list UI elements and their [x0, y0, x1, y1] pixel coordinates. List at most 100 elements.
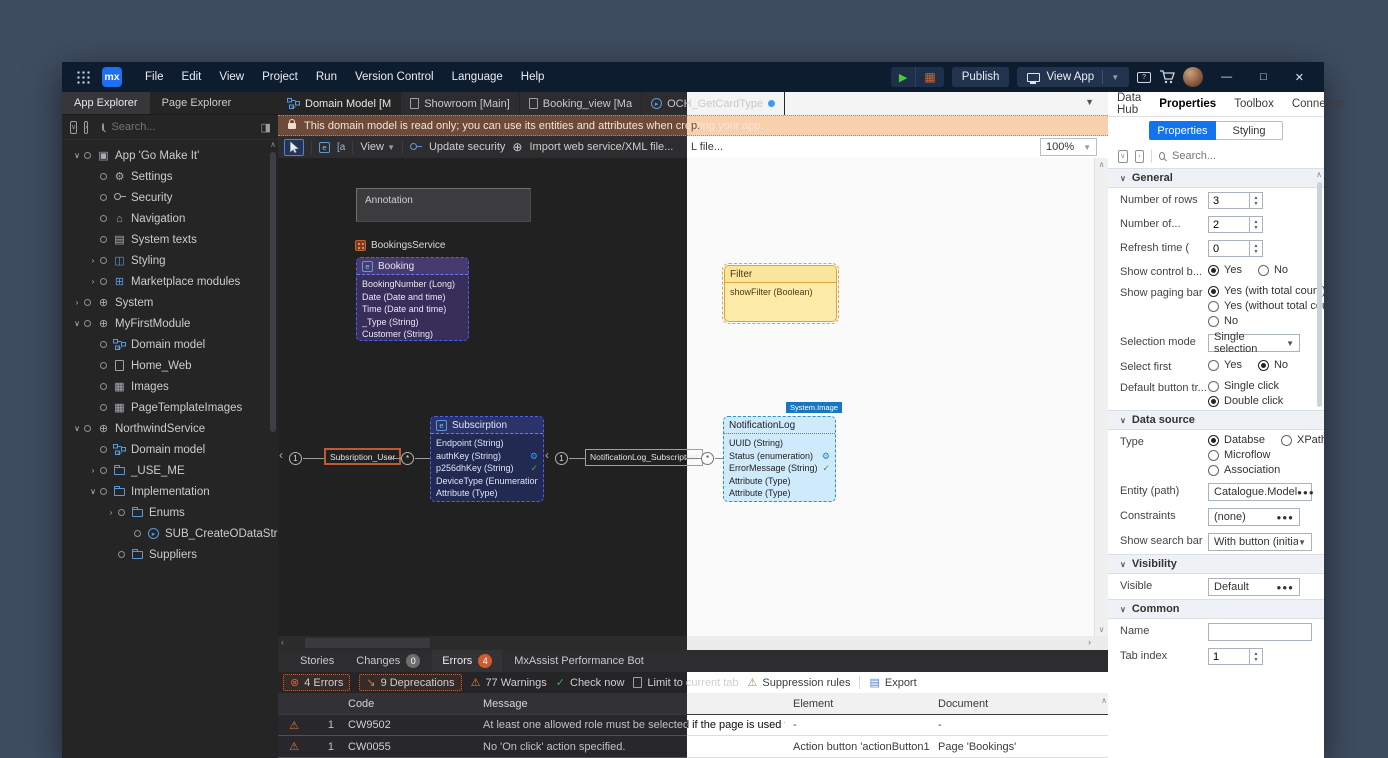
menu-run[interactable]: Run — [307, 71, 346, 83]
radio-microflow[interactable]: Microflow — [1208, 449, 1324, 461]
column-message[interactable]: Message — [475, 698, 785, 710]
tree-item-styling[interactable]: ›◫Styling — [62, 250, 278, 271]
attribute-row[interactable]: UUID (String) — [729, 437, 830, 450]
expand-to-document-icon[interactable]: › — [84, 121, 88, 134]
attribute-row[interactable]: p256dhKey (String)✓ — [436, 462, 538, 475]
run-button[interactable]: ▶ — [891, 67, 916, 87]
segment-properties[interactable]: Properties — [1149, 121, 1216, 140]
tree-item-pagetemplateimages[interactable]: ▦PageTemplateImages — [62, 397, 278, 418]
association-line[interactable] — [715, 458, 723, 459]
add-annotation-tool-icon[interactable]: [a — [337, 142, 345, 153]
limit-to-current-tab-button[interactable]: Limit to current tab — [633, 677, 738, 689]
suppression-rules-button[interactable]: ⚠Suppression rules — [748, 676, 851, 689]
chevron-down-icon[interactable]: ∨ — [70, 424, 84, 433]
maximize-icon[interactable]: □ — [1250, 71, 1277, 83]
chevron-down-icon[interactable]: ∨ — [70, 151, 84, 160]
properties-search-input[interactable] — [1172, 150, 1314, 162]
generalization-badge[interactable]: System.Image — [786, 402, 842, 413]
tab-app-explorer[interactable]: App Explorer — [62, 92, 150, 114]
entity-subscription[interactable]: eSubscirption Endpoint (String) authKey … — [430, 416, 544, 502]
explorer-search-input[interactable] — [111, 121, 253, 133]
tab-showroom[interactable]: Showroom [Main] — [401, 92, 520, 115]
menu-version-control[interactable]: Version Control — [346, 71, 443, 83]
entity-filter[interactable]: Filter showFilter (Boolean) — [724, 265, 837, 322]
import-webservice-button[interactable]: Import web service/XML file... — [529, 141, 673, 153]
tab-list-chevron-icon[interactable]: ▼ — [1085, 97, 1094, 107]
panel-layout-icon[interactable]: ◨ — [260, 121, 270, 134]
entity-notificationlog[interactable]: NotificationLog UUID (String) Status (en… — [723, 416, 836, 502]
tab-och-getcardtype[interactable]: ▸OCH_GetCardType — [642, 92, 785, 115]
filter-errors-toggle[interactable]: ⊗4 Errors — [283, 674, 350, 691]
menu-view[interactable]: View — [210, 71, 253, 83]
stop-button[interactable]: ▦ — [916, 67, 943, 87]
entity-booking[interactable]: eBooking BookingNumber (Long) Date (Date… — [356, 257, 469, 341]
tab-stories[interactable]: Stories — [290, 650, 344, 672]
visible-picker[interactable]: Default●●● — [1208, 578, 1300, 596]
error-row[interactable]: ⚠ 1 CW0055 No 'On click' action specifie… — [278, 736, 1108, 758]
association-line[interactable] — [415, 458, 430, 459]
radio-yes-with-total[interactable]: Yes (with total count) — [1208, 285, 1324, 297]
attribute-row[interactable]: Customer (String) — [362, 328, 463, 341]
tree-item-domain-model[interactable]: Domain model — [62, 334, 278, 355]
export-button[interactable]: ▤Export — [869, 676, 916, 689]
filter-warnings-toggle[interactable]: ⚠77 Warnings — [471, 676, 547, 689]
section-general[interactable]: ∨General — [1108, 168, 1324, 188]
radio-yes[interactable]: Yes — [1208, 264, 1242, 276]
tree-item-use-me[interactable]: ›_USE_ME — [62, 460, 278, 481]
tree-item-myfirstmodule[interactable]: ∨⊕MyFirstModule — [62, 313, 278, 334]
add-entity-tool-icon[interactable]: e — [319, 142, 330, 153]
scroll-up-icon[interactable]: ∧ — [269, 140, 277, 149]
chevron-down-icon[interactable]: ∨ — [70, 319, 84, 328]
radio-yes[interactable]: Yes — [1208, 359, 1242, 371]
column-element[interactable]: Element — [785, 698, 930, 710]
update-security-button[interactable]: Update security — [429, 141, 505, 153]
association-line[interactable] — [303, 458, 324, 459]
domain-model-canvas[interactable]: Annotation BookingsService eBooking Book… — [278, 158, 1108, 636]
attribute-row[interactable]: Endpoint (String) — [436, 437, 538, 450]
refresh-time-stepper[interactable]: ▲▼ — [1208, 240, 1263, 257]
radio-database[interactable]: Databse — [1208, 434, 1265, 446]
tree-item-sub-createodatastring[interactable]: ▸SUB_CreateODataString — [62, 523, 278, 544]
number-of-columns-stepper[interactable]: ▲▼ — [1208, 216, 1263, 233]
radio-no[interactable]: No — [1208, 315, 1324, 327]
expand-to-document-icon[interactable]: › — [1135, 150, 1145, 163]
attribute-row[interactable]: BookingNumber (Long) — [362, 278, 463, 291]
radio-no[interactable]: No — [1258, 359, 1288, 371]
tab-data-hub[interactable]: Data Hub — [1108, 92, 1150, 116]
tab-connector[interactable]: Connector — [1283, 98, 1354, 110]
chevron-right-icon[interactable]: › — [86, 466, 100, 475]
tree-item-northwindservice[interactable]: ∨⊕NorthwindService — [62, 418, 278, 439]
tree-item-domain-model-2[interactable]: Domain model — [62, 439, 278, 460]
tab-toolbox[interactable]: Toolbox — [1225, 98, 1283, 110]
canvas-horizontal-scrollbar[interactable]: ‹ › — [278, 636, 1108, 650]
entity-path-picker[interactable]: Catalogue.Model●●● — [1208, 483, 1312, 501]
app-grid-icon[interactable] — [76, 70, 90, 84]
close-icon[interactable]: ✕ — [1285, 71, 1314, 84]
tree-item-home-web[interactable]: Home_Web — [62, 355, 278, 376]
tree-item-enums[interactable]: ›Enums — [62, 502, 278, 523]
collapse-all-icon[interactable]: ∨ — [1118, 150, 1128, 163]
segment-styling[interactable]: Styling — [1216, 121, 1283, 140]
published-service-label[interactable]: BookingsService — [355, 240, 445, 251]
association-label-subsription-user[interactable]: Subsription_User — [324, 448, 401, 465]
scroll-down-icon[interactable]: ∨ — [1099, 625, 1105, 634]
section-visibility[interactable]: ∨Visibility — [1108, 554, 1324, 574]
chevron-right-icon[interactable]: › — [86, 256, 100, 265]
tree-item-settings[interactable]: ⚙Settings — [62, 166, 278, 187]
tab-mxassist[interactable]: MxAssist Performance Bot — [504, 650, 654, 672]
radio-double-click[interactable]: Double click — [1208, 395, 1300, 407]
chevron-right-icon[interactable]: › — [104, 508, 118, 517]
selection-mode-select[interactable]: Single selection▼ — [1208, 334, 1300, 352]
marketplace-cart-icon[interactable] — [1159, 70, 1175, 84]
tab-errors[interactable]: Errors4 — [432, 650, 502, 672]
chevron-down-icon[interactable]: ▼ — [1111, 73, 1119, 82]
menu-edit[interactable]: Edit — [173, 71, 211, 83]
check-now-button[interactable]: ✓Check now — [556, 676, 625, 689]
menu-help[interactable]: Help — [512, 71, 554, 83]
radio-single-click[interactable]: Single click — [1208, 380, 1300, 392]
scrollbar-thumb[interactable] — [305, 638, 430, 648]
tree-item-implementation[interactable]: ∨Implementation — [62, 481, 278, 502]
tab-page-explorer[interactable]: Page Explorer — [150, 92, 244, 114]
scroll-right-icon[interactable]: › — [1088, 637, 1091, 647]
zoom-select[interactable]: 100%▼ — [1040, 138, 1097, 156]
